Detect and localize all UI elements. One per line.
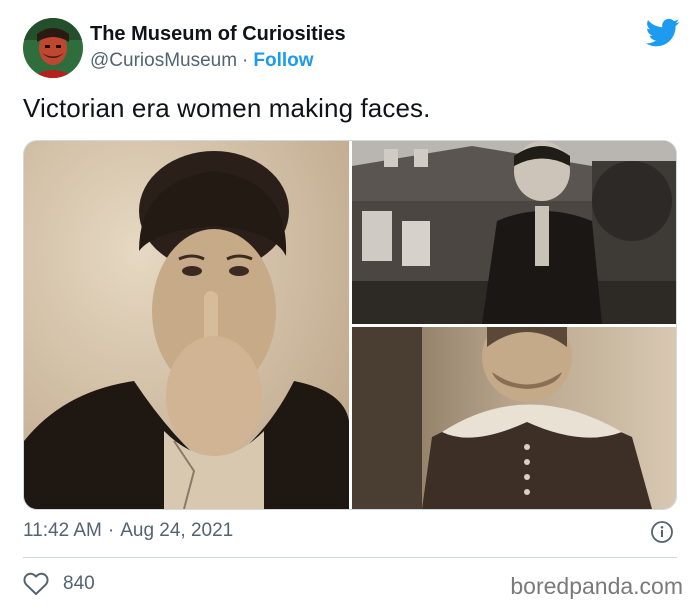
tweet-date: Aug 24, 2021 bbox=[120, 520, 234, 541]
tweet-text: Victorian era women making faces. bbox=[23, 93, 431, 123]
avatar[interactable] bbox=[23, 18, 83, 78]
follow-button[interactable]: Follow bbox=[253, 50, 313, 71]
watermark-text: boredpanda.com bbox=[510, 573, 683, 599]
photo-face-in-front-of-house[interactable] bbox=[352, 141, 676, 324]
like-count: 840 bbox=[63, 573, 95, 594]
media-grid bbox=[23, 140, 677, 510]
divider bbox=[23, 557, 677, 558]
avatar-image bbox=[23, 18, 83, 78]
photo-1-image bbox=[24, 141, 349, 509]
photo-pulling-cheeks[interactable] bbox=[352, 327, 676, 509]
heart-icon[interactable] bbox=[23, 572, 49, 596]
tweet-header: The Museum of Curiosities @CuriosMuseum ·… bbox=[23, 16, 683, 80]
author-handle-row: @CuriosMuseum · Follow bbox=[90, 50, 314, 72]
tweet-timestamp[interactable]: 11:42 AM · Aug 24, 2021 bbox=[23, 520, 233, 542]
handle-separator: · bbox=[242, 50, 249, 71]
author-display-name[interactable]: The Museum of Curiosities bbox=[90, 23, 346, 46]
like-action[interactable]: 840 bbox=[23, 570, 95, 598]
info-icon[interactable] bbox=[650, 520, 674, 544]
timestamp-separator: · bbox=[107, 520, 115, 541]
tweet-card: The Museum of Curiosities @CuriosMuseum ·… bbox=[0, 0, 700, 611]
photo-3-image bbox=[352, 327, 676, 509]
photo-2-image bbox=[352, 141, 676, 324]
tweet-time: 11:42 AM bbox=[23, 520, 102, 541]
twitter-bird-icon[interactable] bbox=[646, 18, 680, 48]
author-handle[interactable]: @CuriosMuseum bbox=[90, 50, 237, 71]
photo-thumbing-nose[interactable] bbox=[24, 141, 349, 509]
